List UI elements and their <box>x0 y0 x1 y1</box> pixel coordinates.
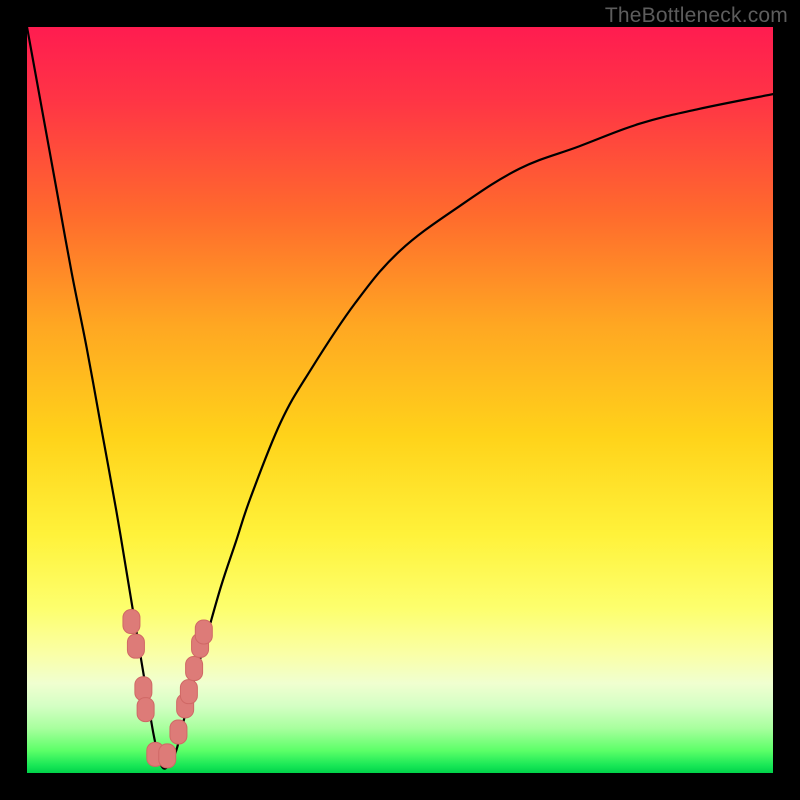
highlight-marker <box>186 657 203 681</box>
highlight-marker <box>170 720 187 744</box>
highlight-marker <box>135 677 152 701</box>
chart-frame: TheBottleneck.com <box>0 0 800 800</box>
watermark-text: TheBottleneck.com <box>605 4 788 28</box>
curve-layer <box>27 27 773 773</box>
highlight-marker <box>123 610 140 634</box>
highlight-marker <box>137 698 154 722</box>
highlight-marker <box>180 680 197 704</box>
highlight-marker <box>159 744 176 768</box>
highlight-marker <box>195 620 212 644</box>
plot-area <box>27 27 773 773</box>
highlight-marker <box>127 634 144 658</box>
